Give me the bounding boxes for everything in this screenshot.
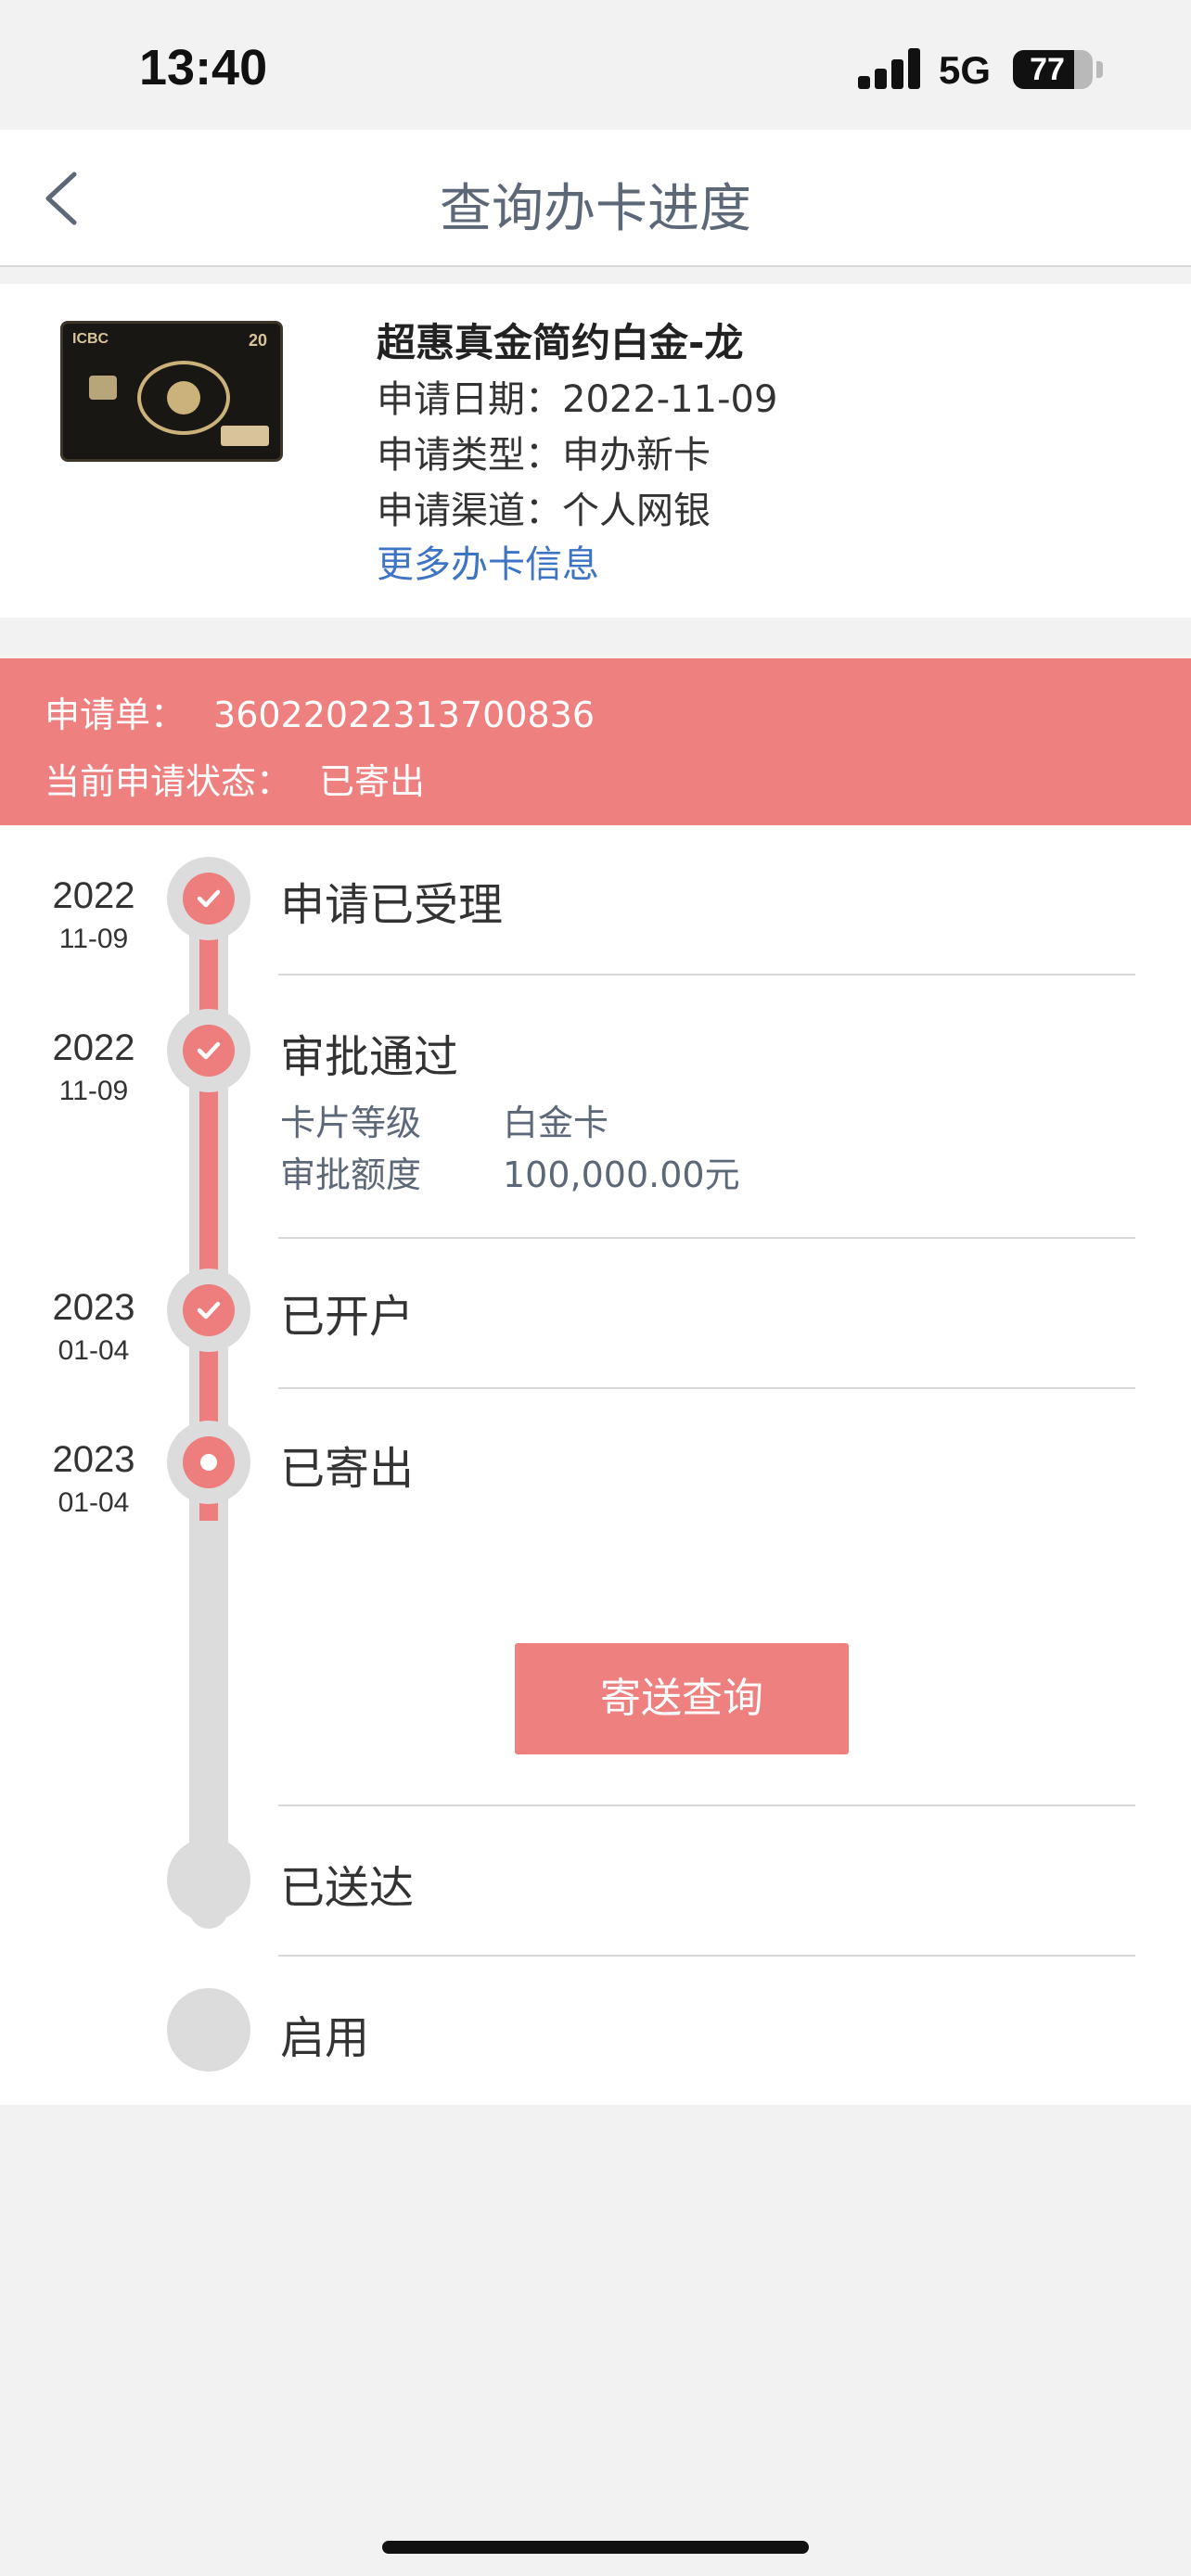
step-title: 已送达	[280, 1862, 415, 1914]
credit-card-image: ICBC 20	[60, 321, 283, 462]
step-year: 2023	[52, 1439, 135, 1480]
card-chip	[89, 376, 117, 400]
status-bar: 13:40 5G 77	[0, 0, 1191, 130]
apply-type: 申请类型：申办新卡	[377, 434, 711, 477]
card-level-row: 卡片等级 白金卡	[280, 1094, 608, 1145]
step-year: 2022	[52, 875, 135, 916]
application-status: 已寄出	[319, 761, 426, 802]
card-badge-number: 20	[248, 331, 267, 350]
home-indicator[interactable]	[382, 2541, 809, 2554]
card-level-label: 卡片等级	[280, 1103, 422, 1143]
apply-channel: 申请渠道：个人网银	[377, 490, 711, 532]
page-title: 查询办卡进度	[440, 179, 751, 239]
step-date: 11-09	[58, 1076, 129, 1106]
current-step-dot-icon	[167, 1421, 250, 1504]
status-time: 13:40	[139, 40, 268, 96]
step-year: 2023	[52, 1287, 135, 1328]
application-number-row: 申请单： 36022022313700836	[45, 686, 595, 737]
apply-date: 申请日期：2022-11-09	[377, 378, 778, 421]
card-product-name: 超惠真金简约白金-龙	[377, 320, 744, 365]
step-title: 申请已受理	[280, 879, 504, 931]
divider	[278, 1237, 1135, 1239]
pending-step-dot-icon	[167, 1988, 250, 2072]
card-brand-text: ICBC	[72, 331, 109, 347]
shipment-tracking-button[interactable]: 寄送查询	[515, 1643, 849, 1754]
divider	[278, 1955, 1135, 1957]
application-number: 36022022313700836	[213, 695, 596, 735]
step-title: 审批通过	[280, 1031, 459, 1083]
check-icon	[167, 1269, 250, 1352]
check-icon	[167, 1009, 250, 1092]
card-level-value: 白金卡	[503, 1103, 609, 1143]
divider	[278, 1387, 1135, 1389]
card-info-panel: ICBC 20 超惠真金简约白金-龙 申请日期：2022-11-09 申请类型：…	[0, 284, 1191, 618]
more-card-info-link[interactable]: 更多办卡信息	[377, 534, 599, 588]
signal-icon	[858, 48, 921, 89]
application-status-banner: 申请单： 36022022313700836 当前申请状态： 已寄出	[0, 658, 1191, 825]
check-icon	[167, 857, 250, 940]
divider	[278, 1804, 1135, 1806]
progress-timeline: 2022 11-09 申请已受理 2022 11-09 审批通过 卡片等级 白金…	[0, 825, 1191, 2105]
application-status-label: 当前申请状态：	[45, 761, 292, 802]
step-year: 2022	[52, 1027, 135, 1068]
credit-limit-row: 审批额度 100,000.00元	[280, 1146, 740, 1197]
step-date: 11-09	[58, 924, 129, 954]
battery-tip	[1096, 61, 1103, 78]
dragon-emblem-icon	[137, 361, 230, 435]
step-title: 已开户	[280, 1291, 415, 1343]
battery-icon: 77	[1013, 50, 1093, 89]
card-network-logo	[221, 426, 269, 446]
step-date: 01-04	[58, 1487, 130, 1518]
step-date: 01-04	[58, 1335, 130, 1366]
pending-step-dot-icon	[167, 1838, 250, 1921]
divider	[278, 974, 1135, 976]
application-status-row: 当前申请状态： 已寄出	[45, 753, 425, 804]
network-type: 5G	[939, 48, 992, 92]
application-number-label: 申请单：	[45, 695, 186, 735]
credit-limit-label: 审批额度	[280, 1154, 422, 1195]
step-title: 启用	[280, 2012, 370, 2064]
step-title: 已寄出	[280, 1443, 415, 1495]
battery-percent: 77	[1030, 52, 1065, 87]
credit-limit-value: 100,000.00元	[503, 1154, 740, 1195]
nav-header: 查询办卡进度	[0, 130, 1191, 267]
